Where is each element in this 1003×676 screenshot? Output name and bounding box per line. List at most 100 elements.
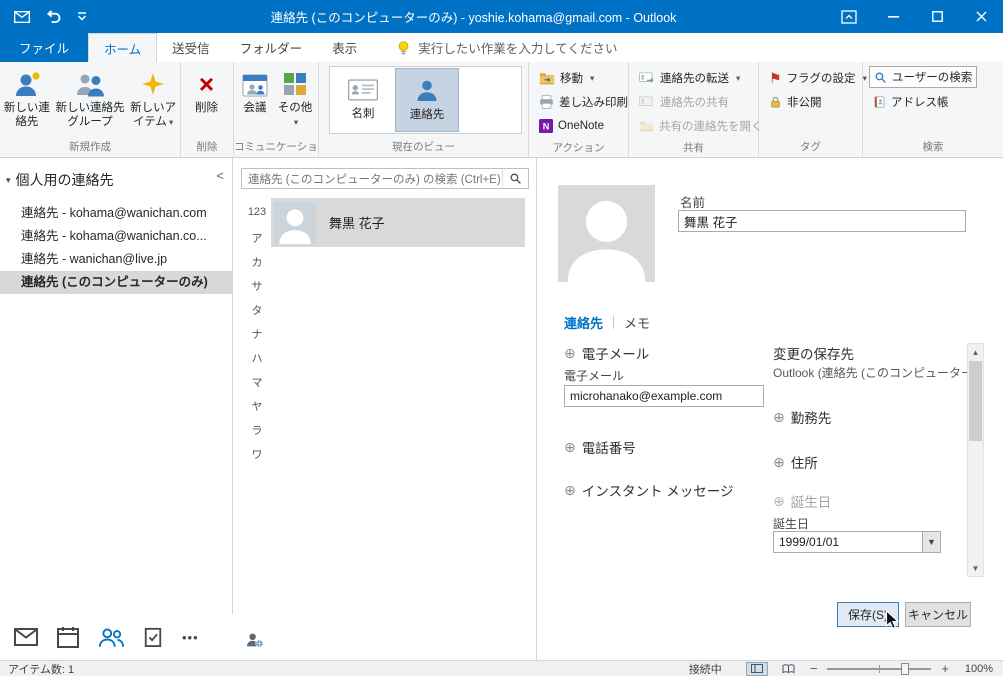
tab-notes[interactable]: メモ bbox=[624, 313, 650, 332]
index-letter[interactable]: ナ bbox=[247, 326, 267, 350]
meeting-button[interactable]: 会議 bbox=[236, 63, 274, 139]
index-letter[interactable]: 123 bbox=[247, 206, 267, 230]
index-letter[interactable]: ラ bbox=[247, 422, 267, 446]
share-contacts-button: 連絡先の共有 bbox=[635, 90, 767, 114]
contact-list-pane: 連絡先 (このコンピューターのみ) の検索 (Ctrl+E) 123 ア カ サ… bbox=[233, 158, 537, 660]
tab-home[interactable]: ホーム bbox=[88, 33, 158, 62]
undo-icon[interactable] bbox=[46, 10, 61, 23]
button-label: 会議 bbox=[243, 102, 267, 114]
more-communicate-button[interactable]: その他 ▾ bbox=[274, 63, 316, 139]
search-input[interactable]: 連絡先 (このコンピューターのみ) の検索 (Ctrl+E) bbox=[241, 168, 529, 189]
add-work-button[interactable]: ⊕ 勤務先 bbox=[773, 407, 831, 427]
tab-contact[interactable]: 連絡先 bbox=[564, 313, 603, 332]
zoom-level[interactable]: 100% bbox=[959, 663, 993, 675]
collapse-folder-pane-icon[interactable]: < bbox=[216, 168, 224, 183]
new-items-icon bbox=[140, 67, 166, 101]
add-phone-button[interactable]: ⊕ 電話番号 bbox=[564, 437, 636, 457]
scrollbar-thumb[interactable] bbox=[969, 361, 982, 441]
tab-send-receive[interactable]: 送受信 bbox=[157, 33, 225, 62]
tasks-nav-icon[interactable] bbox=[143, 626, 163, 648]
navigation-bar: ••• bbox=[0, 614, 233, 660]
maximize-button[interactable] bbox=[915, 0, 959, 33]
flag-icon: ⚑ bbox=[769, 70, 782, 86]
onenote-button[interactable]: N OneNote bbox=[535, 114, 632, 138]
email-field[interactable] bbox=[564, 385, 764, 407]
address-book-icon bbox=[873, 95, 886, 109]
zoom-out-button[interactable]: − bbox=[810, 662, 818, 675]
tab-file[interactable]: ファイル bbox=[0, 33, 89, 62]
meeting-icon bbox=[242, 67, 268, 101]
folder-item[interactable]: 連絡先 - kohama@wanichan.co... bbox=[0, 225, 232, 248]
customize-quick-access-icon[interactable] bbox=[77, 12, 87, 21]
view-business-card[interactable]: 名刺 bbox=[331, 68, 395, 132]
search-icon[interactable] bbox=[502, 169, 528, 188]
folder-group-header[interactable]: ▾ 個人用の連絡先 bbox=[6, 170, 114, 190]
tab-folder[interactable]: フォルダー bbox=[225, 33, 318, 62]
button-label: 新しい連絡先 bbox=[3, 102, 50, 129]
new-contact-group-button[interactable]: 新しい連絡先グループ bbox=[52, 63, 128, 139]
zoom-slider[interactable] bbox=[827, 662, 932, 676]
forward-contact-icon bbox=[639, 72, 655, 84]
forward-contact-button[interactable]: 連絡先の転送 ▾ bbox=[635, 66, 767, 90]
index-letter[interactable]: サ bbox=[247, 278, 267, 302]
close-button[interactable] bbox=[959, 0, 1003, 33]
open-shared-contacts-icon bbox=[639, 120, 654, 132]
zoom-slider-thumb[interactable] bbox=[901, 662, 910, 675]
address-book-button[interactable]: アドレス帳 bbox=[869, 90, 977, 114]
new-items-button[interactable]: 新しいアイテム ▾ bbox=[128, 63, 178, 139]
add-icon: ⊕ bbox=[564, 345, 576, 361]
name-field[interactable] bbox=[678, 210, 966, 232]
people-nav-icon[interactable] bbox=[98, 627, 124, 648]
send-receive-icon[interactable] bbox=[14, 10, 30, 23]
ribbon-display-options-icon[interactable] bbox=[827, 0, 871, 33]
contact-card-globe-icon[interactable] bbox=[246, 632, 264, 648]
birthday-field[interactable] bbox=[774, 532, 922, 552]
reading-view-button[interactable] bbox=[778, 662, 800, 676]
more-nav-icon[interactable]: ••• bbox=[182, 630, 199, 645]
find-people-button[interactable]: ユーザーの検索 bbox=[869, 66, 978, 88]
index-letter[interactable]: マ bbox=[247, 374, 267, 398]
add-email-button[interactable]: ⊕ 電子メール bbox=[564, 343, 649, 363]
new-contact-button[interactable]: 新しい連絡先 bbox=[2, 63, 52, 139]
tell-me-box[interactable]: 実行したい作業を入力してください bbox=[372, 33, 617, 62]
scroll-up-icon[interactable]: ▲ bbox=[968, 344, 983, 360]
index-letter[interactable]: ア bbox=[247, 230, 267, 254]
follow-up-button[interactable]: ⚑ フラグの設定 ▾ bbox=[765, 66, 871, 90]
normal-view-button[interactable] bbox=[745, 661, 768, 676]
tab-view[interactable]: 表示 bbox=[317, 33, 372, 62]
minimize-button[interactable] bbox=[871, 0, 915, 33]
index-letter[interactable]: カ bbox=[247, 254, 267, 278]
ribbon: 新しい連絡先 新しい連絡先グループ 新しいアイテム ▾ 新規作成 × 削除 削除… bbox=[0, 62, 1003, 158]
combobox-dropdown-icon[interactable]: ▼ bbox=[922, 532, 940, 552]
delete-button[interactable]: × 削除 bbox=[183, 63, 230, 139]
index-letter[interactable]: タ bbox=[247, 302, 267, 326]
mail-merge-button[interactable]: 差し込み印刷 bbox=[535, 90, 632, 114]
mouse-cursor bbox=[885, 610, 899, 630]
view-label: 名刺 bbox=[351, 108, 375, 120]
index-letter[interactable]: ワ bbox=[247, 446, 267, 470]
cancel-button[interactable]: キャンセル bbox=[905, 602, 971, 627]
folder-item[interactable]: 連絡先 - kohama@wanichan.com bbox=[0, 202, 232, 225]
zoom-in-button[interactable]: + bbox=[941, 662, 949, 675]
contact-photo-placeholder[interactable] bbox=[558, 185, 655, 282]
more-comm-icon bbox=[283, 67, 307, 101]
add-address-button[interactable]: ⊕ 住所 bbox=[773, 452, 818, 472]
section-label: 電話番号 bbox=[581, 441, 636, 456]
folder-item[interactable]: 連絡先 - wanichan@live.jp bbox=[0, 248, 232, 271]
form-scrollbar[interactable]: ▲ ▼ bbox=[967, 343, 984, 577]
move-button[interactable]: 移動 ▾ bbox=[535, 66, 632, 90]
scroll-down-icon[interactable]: ▼ bbox=[968, 560, 983, 576]
button-label: OneNote bbox=[558, 120, 605, 132]
view-people[interactable]: 連絡先 bbox=[395, 68, 459, 132]
private-button[interactable]: 非公開 bbox=[765, 90, 871, 114]
index-letter[interactable]: ヤ bbox=[247, 398, 267, 422]
index-letter[interactable]: ハ bbox=[247, 350, 267, 374]
mail-nav-icon[interactable] bbox=[14, 628, 38, 646]
ribbon-group-tags: ⚑ フラグの設定 ▾ 非公開 タグ bbox=[759, 62, 867, 157]
ribbon-group-find: ユーザーの検索 アドレス帳 検索 bbox=[863, 62, 1003, 157]
calendar-nav-icon[interactable] bbox=[57, 626, 79, 648]
add-birthday-button[interactable]: ⊕ 誕生日 bbox=[773, 491, 831, 511]
add-im-button[interactable]: ⊕ インスタント メッセージ bbox=[564, 480, 733, 500]
contact-list-item[interactable]: 舞黒 花子 bbox=[271, 198, 525, 247]
folder-item-selected[interactable]: 連絡先 (このコンピューターのみ) bbox=[0, 271, 232, 294]
